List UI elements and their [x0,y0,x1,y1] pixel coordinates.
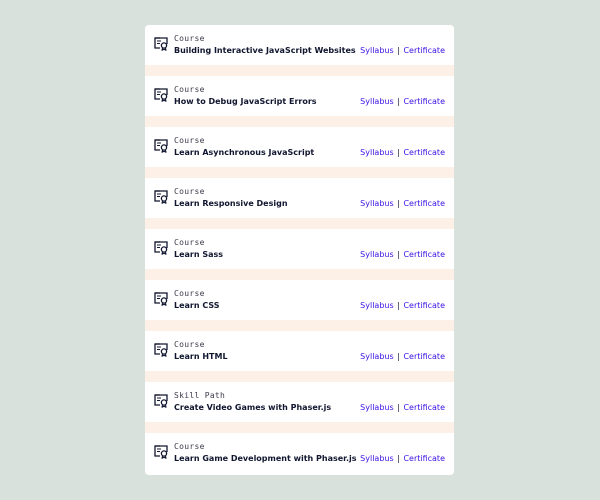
item-title: Learn CSS [174,301,220,310]
syllabus-link[interactable]: Syllabus [360,403,393,412]
certificate-link[interactable]: Certificate [403,97,445,106]
list-item: Course Learn Asynchronous JavaScript Syl… [145,127,454,167]
link-separator: | [397,97,400,106]
item-title: Learn HTML [174,352,228,361]
list-item: Course Building Interactive JavaScript W… [145,25,454,65]
certificate-icon [153,188,169,204]
item-type: Course [174,340,205,349]
certificate-link[interactable]: Certificate [403,352,445,361]
item-links: Syllabus | Certificate [360,402,445,414]
link-separator: | [397,403,400,412]
certificate-icon [153,86,169,102]
item-links: Syllabus | Certificate [360,96,445,108]
item-links: Syllabus | Certificate [360,249,445,261]
certificate-link[interactable]: Certificate [403,250,445,259]
syllabus-link[interactable]: Syllabus [360,199,393,208]
item-title: How to Debug JavaScript Errors [174,97,317,106]
item-title: Create Video Games with Phaser.js [174,403,332,412]
item-links: Syllabus | Certificate [360,198,445,210]
item-type: Course [174,187,205,196]
certificate-link[interactable]: Certificate [403,301,445,310]
list-item: Course How to Debug JavaScript Errors Sy… [145,76,454,116]
syllabus-link[interactable]: Syllabus [360,454,393,463]
syllabus-link[interactable]: Syllabus [360,97,393,106]
syllabus-link[interactable]: Syllabus [360,250,393,259]
certificate-icon [153,35,169,51]
item-links: Syllabus | Certificate [360,351,445,363]
list-item: Course Learn Responsive Design Syllabus … [145,178,454,218]
syllabus-link[interactable]: Syllabus [360,352,393,361]
item-links: Syllabus | Certificate [360,45,445,57]
link-separator: | [397,199,400,208]
item-title: Building Interactive JavaScript Websites [174,46,356,55]
item-type: Course [174,289,205,298]
certificate-link[interactable]: Certificate [403,46,445,55]
certificate-icon [153,239,169,255]
syllabus-link[interactable]: Syllabus [360,148,393,157]
certificate-link[interactable]: Certificate [403,403,445,412]
item-title: Learn Asynchronous JavaScript [174,148,315,157]
link-separator: | [397,352,400,361]
item-type: Course [174,34,205,43]
item-title: Learn Responsive Design [174,199,288,208]
list-item: Course Learn CSS Syllabus | Certificate [145,280,454,320]
item-title: Learn Sass [174,250,224,259]
item-links: Syllabus | Certificate [360,300,445,312]
certificate-link[interactable]: Certificate [403,454,445,463]
link-separator: | [397,301,400,310]
certificate-link[interactable]: Certificate [403,199,445,208]
item-type: Course [174,442,205,451]
list-item: Course Learn Sass Syllabus | Certificate [145,229,454,269]
syllabus-link[interactable]: Syllabus [360,301,393,310]
list-item: Course Learn Game Development with Phase… [145,433,454,475]
syllabus-link[interactable]: Syllabus [360,46,393,55]
item-type: Course [174,85,205,94]
certificate-icon [153,137,169,153]
certificate-link[interactable]: Certificate [403,148,445,157]
item-type: Course [174,136,205,145]
link-separator: | [397,454,400,463]
link-separator: | [397,46,400,55]
link-separator: | [397,250,400,259]
certificate-icon [153,443,169,459]
item-title: Learn Game Development with Phaser.js [174,454,357,463]
list-item: Skill Path Create Video Games with Phase… [145,382,454,422]
certificate-icon [153,290,169,306]
certificate-icon [153,392,169,408]
link-separator: | [397,148,400,157]
item-type: Skill Path [174,391,226,400]
item-links: Syllabus | Certificate [360,453,445,465]
certificate-icon [153,341,169,357]
item-type: Course [174,238,205,247]
certificates-list: Course Building Interactive JavaScript W… [145,25,454,475]
list-item: Course Learn HTML Syllabus | Certificate [145,331,454,371]
item-links: Syllabus | Certificate [360,147,445,159]
